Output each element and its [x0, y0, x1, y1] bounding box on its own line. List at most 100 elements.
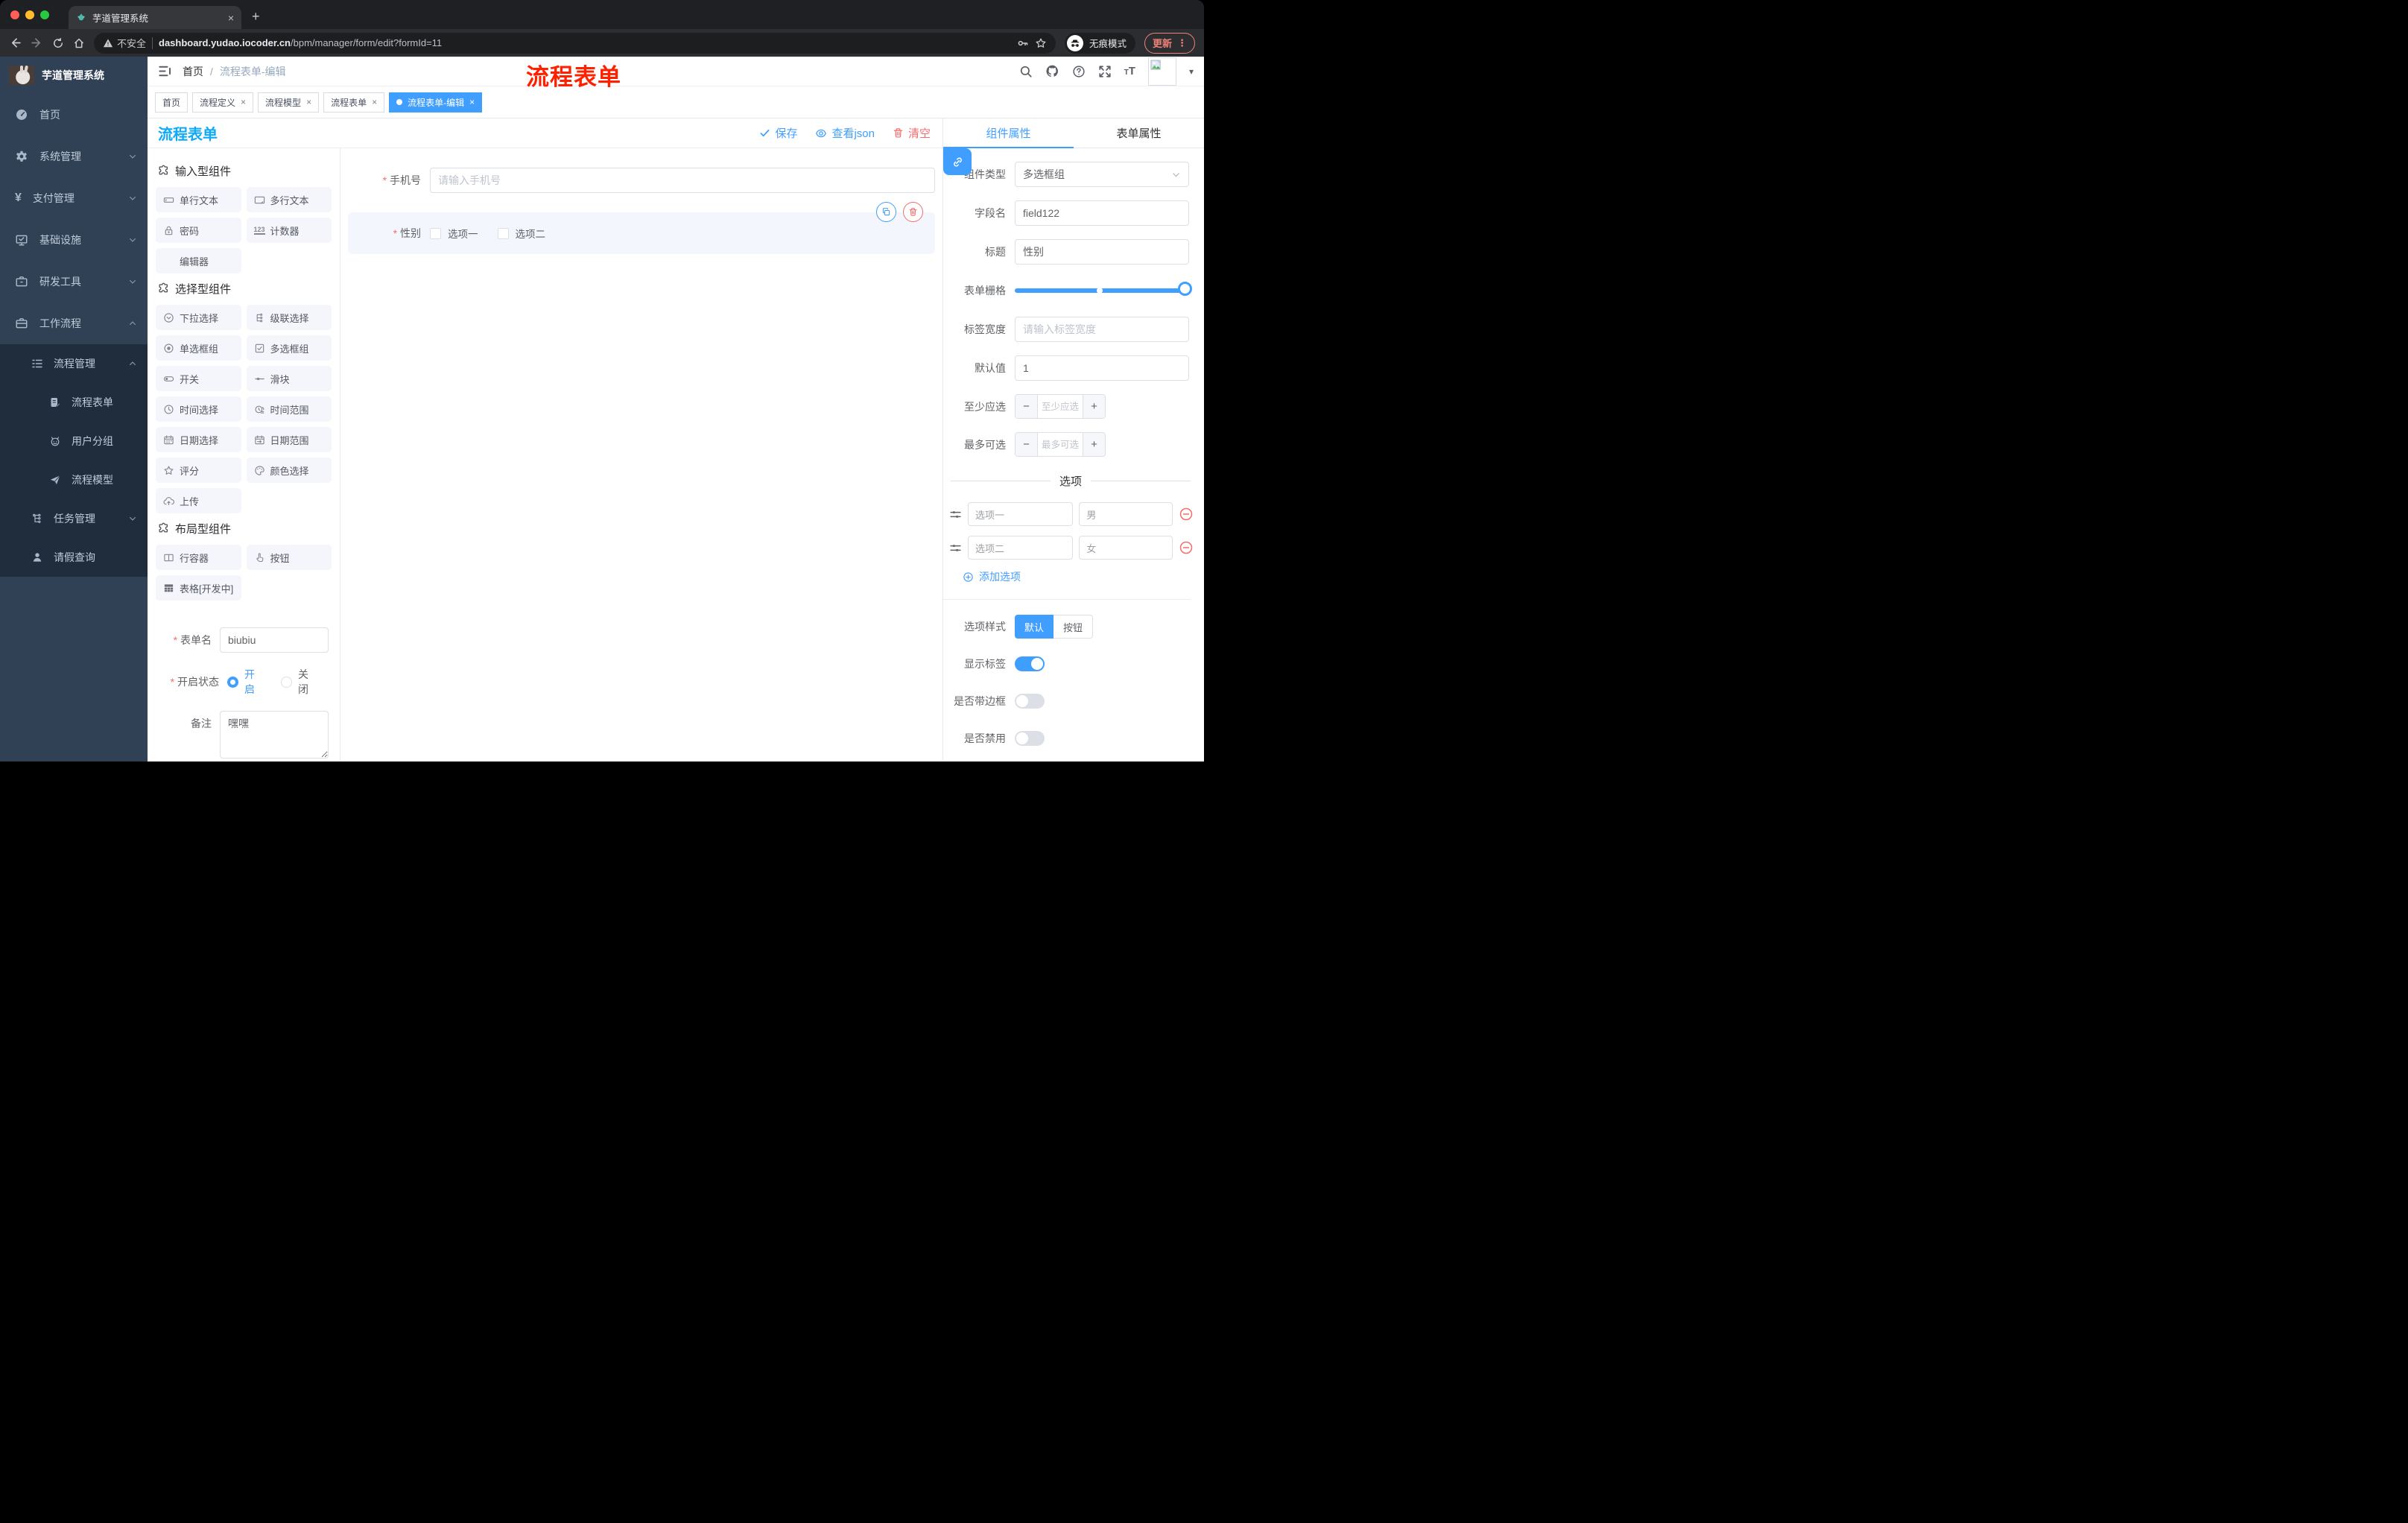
max-select-input[interactable]: [1038, 433, 1083, 456]
form-name-input[interactable]: [220, 627, 329, 653]
tag-process-definition[interactable]: 流程定义 ×: [192, 92, 254, 113]
tab-component-props[interactable]: 组件属性: [943, 118, 1074, 148]
palette-item-checkbox-group[interactable]: 多选框组: [246, 335, 332, 361]
sidebar-item-process-form[interactable]: 流程表单: [0, 383, 148, 422]
sidebar-item-process-model[interactable]: 流程模型: [0, 460, 148, 499]
breadcrumb-home[interactable]: 首页: [183, 64, 203, 79]
label-width-input[interactable]: [1015, 317, 1189, 342]
browser-menu-dots-icon[interactable]: ⋮: [1177, 37, 1187, 49]
palette-item-button[interactable]: 按钮: [246, 545, 332, 570]
style-default-button[interactable]: 默认: [1015, 615, 1054, 639]
close-tag-icon[interactable]: ×: [372, 97, 377, 107]
close-tag-icon[interactable]: ×: [241, 97, 246, 107]
palette-item-time-range[interactable]: 时间范围: [246, 396, 332, 422]
forward-icon[interactable]: [31, 37, 43, 49]
close-tag-icon[interactable]: ×: [469, 97, 475, 107]
tag-home[interactable]: 首页: [155, 92, 188, 113]
palette-item-time-picker[interactable]: 时间选择: [156, 396, 241, 422]
canvas-field-phone[interactable]: 手机号: [348, 168, 935, 193]
tag-process-form-edit[interactable]: 流程表单-编辑 ×: [389, 92, 483, 113]
data-binding-link-button[interactable]: [943, 148, 972, 175]
option2-label-input[interactable]: [968, 536, 1074, 560]
palette-item-cascader[interactable]: 级联选择: [246, 305, 332, 330]
sidebar-item-process-management[interactable]: 流程管理: [0, 344, 148, 383]
sidebar-item-task-management[interactable]: 任务管理: [0, 499, 148, 538]
security-warning-icon[interactable]: 不安全: [103, 36, 146, 50]
slider-track[interactable]: [1015, 282, 1192, 296]
sidebar-item-infrastructure[interactable]: 基础设施: [0, 219, 148, 261]
browser-tab[interactable]: 芋道管理系统 ×: [69, 6, 241, 29]
add-option-button[interactable]: 添加选项: [963, 569, 1204, 584]
sidebar-item-user-group[interactable]: 用户分组: [0, 422, 148, 460]
radio-off[interactable]: [281, 676, 292, 688]
avatar[interactable]: [1147, 57, 1176, 86]
remove-option-button[interactable]: [1179, 507, 1194, 522]
palette-item-table[interactable]: 表格[开发中]: [156, 575, 241, 601]
sidebar-item-workflow[interactable]: 工作流程: [0, 303, 148, 344]
new-tab-button[interactable]: +: [241, 9, 270, 29]
password-key-icon[interactable]: [1017, 37, 1029, 49]
title-input[interactable]: [1015, 239, 1189, 265]
palette-item-radio-group[interactable]: 单选框组: [156, 335, 241, 361]
decrement-button[interactable]: −: [1016, 433, 1038, 456]
component-type-select[interactable]: 多选框组: [1015, 162, 1189, 187]
increment-button[interactable]: +: [1083, 395, 1105, 418]
palette-item-single-text[interactable]: 单行文本: [156, 187, 241, 212]
min-select-input[interactable]: [1038, 395, 1083, 418]
disabled-switch[interactable]: [1015, 731, 1045, 746]
field-name-input[interactable]: [1015, 200, 1189, 226]
browser-update-button[interactable]: 更新 ⋮: [1144, 32, 1195, 54]
tag-process-form[interactable]: 流程表单 ×: [323, 92, 385, 113]
delete-component-button[interactable]: [903, 202, 923, 222]
option2-value-input[interactable]: [1079, 536, 1173, 560]
save-button[interactable]: 保存: [759, 125, 797, 141]
fullscreen-icon[interactable]: [1098, 65, 1112, 78]
maximize-window-button[interactable]: [40, 10, 49, 19]
palette-item-upload[interactable]: 上传: [156, 488, 241, 513]
decrement-button[interactable]: −: [1016, 395, 1038, 418]
gender-option2-checkbox[interactable]: [497, 227, 509, 239]
gender-option1-checkbox[interactable]: [430, 227, 441, 239]
palette-item-switch[interactable]: 开关: [156, 366, 241, 391]
home-icon[interactable]: [73, 37, 85, 49]
option1-value-input[interactable]: [1079, 502, 1173, 526]
search-icon[interactable]: [1019, 65, 1033, 78]
canvas-field-gender-selected[interactable]: 性别 选项一 选项二: [348, 202, 935, 254]
url-field[interactable]: 不安全 dashboard.yudao.iocoder.cn/bpm/manag…: [94, 32, 1056, 54]
palette-item-editor[interactable]: 编辑器: [156, 248, 241, 273]
copy-component-button[interactable]: [876, 202, 896, 222]
palette-item-date-picker[interactable]: 日期选择: [156, 427, 241, 452]
increment-button[interactable]: +: [1083, 433, 1105, 456]
palette-item-color-picker[interactable]: 颜色选择: [246, 457, 332, 483]
show-label-switch[interactable]: [1015, 656, 1045, 671]
palette-item-multi-text[interactable]: 多行文本: [246, 187, 332, 212]
palette-item-counter[interactable]: 123 计数器: [246, 218, 332, 243]
close-window-button[interactable]: [10, 10, 19, 19]
close-tag-icon[interactable]: ×: [306, 97, 311, 107]
tab-form-props[interactable]: 表单属性: [1074, 118, 1204, 148]
style-button-button[interactable]: 按钮: [1054, 615, 1094, 639]
phone-field-input[interactable]: [430, 168, 935, 193]
default-value-input[interactable]: [1015, 355, 1189, 381]
close-tab-icon[interactable]: ×: [228, 12, 234, 24]
sidebar-item-home[interactable]: 首页: [0, 94, 148, 136]
radio-on[interactable]: [227, 676, 238, 688]
sidebar-item-payment[interactable]: ¥ 支付管理: [0, 177, 148, 219]
sidebar-item-leave-query[interactable]: 请假查询: [0, 538, 148, 577]
palette-item-select[interactable]: 下拉选择: [156, 305, 241, 330]
tag-process-model[interactable]: 流程模型 ×: [258, 92, 320, 113]
palette-item-slider[interactable]: 滑块: [246, 366, 332, 391]
palette-item-date-range[interactable]: 日期范围: [246, 427, 332, 452]
slider-handle[interactable]: [1178, 282, 1192, 296]
font-size-icon[interactable]: TT: [1124, 65, 1135, 77]
github-icon[interactable]: [1045, 64, 1059, 78]
clear-button[interactable]: 清空: [893, 125, 931, 141]
view-json-button[interactable]: 查看json: [815, 125, 875, 141]
reload-icon[interactable]: [52, 37, 64, 49]
gender-option2-label[interactable]: 选项二: [516, 226, 546, 241]
sidebar-logo[interactable]: 芋道管理系统: [0, 57, 148, 94]
bookmark-star-icon[interactable]: [1035, 37, 1047, 49]
drag-handle-icon[interactable]: [949, 508, 962, 521]
grid-slider[interactable]: [1015, 278, 1192, 303]
help-icon[interactable]: [1072, 65, 1086, 78]
